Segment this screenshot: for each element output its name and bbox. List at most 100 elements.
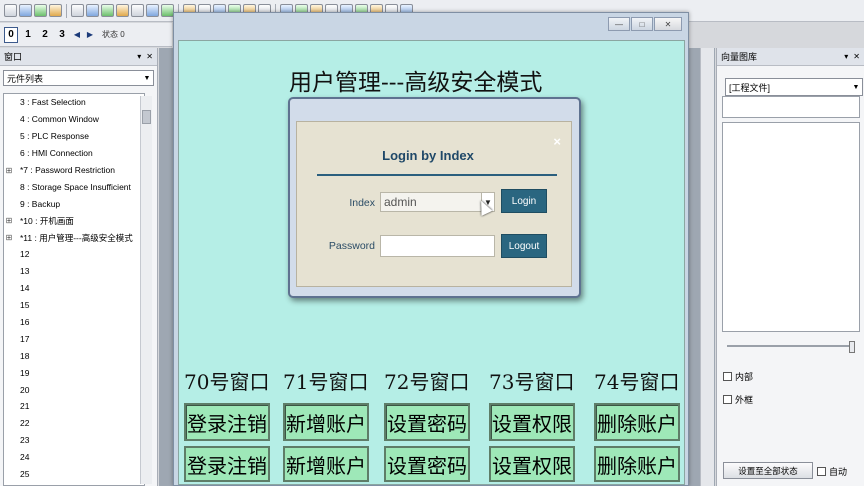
password-field[interactable] [380,235,495,257]
close-icon[interactable]: × [553,134,561,149]
tree-item[interactable]: 4 : Common Window [4,111,144,128]
tree-item[interactable]: ⊞ *10 : 开机画面 [4,212,144,229]
copy-icon[interactable] [49,4,62,17]
tree-item[interactable]: 20 [4,381,144,398]
state-button-3[interactable]: 3 [55,27,69,43]
rectangle-icon[interactable] [131,4,144,17]
tree-item[interactable]: 22 [4,415,144,432]
expand-icon[interactable]: ⊞ [4,233,14,242]
next-state-icon[interactable]: ▶ [85,30,95,39]
tree-item[interactable]: ⊞ *7 : Password Restriction [4,162,144,179]
chevron-down-icon[interactable]: ▼ [141,71,153,85]
tree-item[interactable]: 6 : HMI Connection [4,145,144,162]
tree-item[interactable]: 25 [4,466,144,483]
login-button[interactable]: Login [501,189,547,213]
tree-item-label: 15 [20,300,30,311]
tree-item[interactable]: 3 : Fast Selection [4,94,144,111]
expand-icon[interactable]: ⊞ [4,166,14,175]
expand-icon[interactable]: ⊞ [4,216,14,225]
circle-icon[interactable] [116,4,129,17]
tree-item[interactable]: 8 : Storage Space Insufficient [4,178,144,195]
window-tree-scrollbar[interactable] [140,96,152,484]
set-permission-button[interactable]: 设置权限 [489,403,575,441]
star-icon[interactable] [146,4,159,17]
tree-item[interactable]: 18 [4,347,144,364]
minimize-icon[interactable]: — [608,17,630,31]
tree-item[interactable]: 21 [4,398,144,415]
size-slider-track[interactable] [727,345,849,347]
tree-item[interactable]: 5 : PLC Response [4,128,144,145]
tree-item-label: 22 [20,418,30,429]
tree-item-label: 16 [20,317,30,328]
tree-item-label: 21 [20,401,30,412]
tree-item[interactable]: 15 [4,297,144,314]
tree-item[interactable]: 19 [4,364,144,381]
add-account-button-copy[interactable]: 新增账户 [283,446,369,482]
state-button-0[interactable]: 0 [4,26,18,43]
pointer-icon[interactable] [4,4,17,17]
tree-item-label: 25 [20,469,30,480]
tree-item[interactable]: 24 [4,449,144,466]
size-slider-thumb[interactable] [849,341,855,353]
library-source-value: [工程文件] [729,82,771,93]
window-tree[interactable]: 3 : Fast Selection 4 : Common Window 5 : P… [3,93,145,486]
tree-item-label: 19 [20,367,30,378]
internal-checkbox[interactable] [723,372,732,381]
tree-item-label: 20 [20,384,30,395]
set-all-states-button[interactable]: 设置至全部状态 [723,462,813,479]
tree-item[interactable]: 14 [4,280,144,297]
line-icon[interactable] [71,4,84,17]
tree-item[interactable]: 13 [4,263,144,280]
auto-checkbox-row[interactable]: 自动 [817,465,847,478]
library-search-box[interactable] [722,96,860,118]
window-panel-title: 窗口 [4,52,23,62]
set-password-button[interactable]: 设置密码 [384,403,470,441]
tree-item-label: *7 : Password Restriction [20,165,115,175]
window-label-74: 74号窗口 [594,370,680,394]
tree-item-label: 3 : Fast Selection [20,97,86,108]
window-caption: — □ ✕ [174,13,688,39]
frame-checkbox-row[interactable]: 外框 [723,393,753,406]
auto-checkbox[interactable] [817,467,826,476]
state-button-2[interactable]: 2 [38,27,52,43]
pin-icon[interactable]: ▾ [844,52,848,61]
frame-checkbox[interactable] [723,395,732,404]
delete-account-button[interactable]: 删除账户 [594,403,680,441]
logout-button[interactable]: Logout [501,234,547,258]
polyline-icon[interactable] [86,4,99,17]
screen-title: 用户管理---高级安全模式 [289,70,543,96]
chevron-down-icon[interactable]: ▼ [850,80,862,94]
scrollbar-thumb[interactable] [142,110,151,124]
set-permission-button-copy[interactable]: 设置权限 [489,446,575,482]
pin-icon[interactable]: ▾ [137,52,141,61]
prev-state-icon[interactable]: ◀ [72,30,82,39]
zoom-icon[interactable] [34,4,47,17]
set-password-button-copy[interactable]: 设置密码 [384,446,470,482]
internal-checkbox-label: 内部 [735,372,754,382]
tree-item-label: 4 : Common Window [20,114,99,125]
maximize-icon[interactable]: □ [631,17,653,31]
tree-item[interactable]: ⊞ *11 : 用户管理---高级安全模式 [4,229,144,246]
tree-item[interactable]: 9 : Backup [4,195,144,212]
hand-icon[interactable] [19,4,32,17]
canvas-scrollbar[interactable] [700,48,714,486]
arc-icon[interactable] [101,4,114,17]
vector-library-title: 向量图库 [721,52,758,62]
tree-item[interactable]: 23 [4,432,144,449]
library-source-combo[interactable]: [工程文件] ▼ [725,78,863,96]
state-button-1[interactable]: 1 [21,27,35,43]
add-account-button[interactable]: 新增账户 [283,403,369,441]
close-window-icon[interactable]: ✕ [654,17,682,31]
tree-item[interactable]: 12 [4,246,144,263]
close-icon[interactable]: ✕ [146,52,153,61]
element-list-combo[interactable]: 元件列表 ▼ [3,70,154,86]
tree-item[interactable]: 17 [4,330,144,347]
delete-account-button-copy[interactable]: 删除账户 [594,446,680,482]
logout-account-button[interactable]: 登录注销 [184,403,270,441]
library-preview-box[interactable] [722,122,860,332]
close-icon[interactable]: ✕ [853,52,860,61]
logout-account-button-copy[interactable]: 登录注销 [184,446,270,482]
tree-item[interactable]: 16 [4,314,144,331]
internal-checkbox-row[interactable]: 内部 [723,370,753,383]
tree-item-label: 13 [20,266,30,277]
